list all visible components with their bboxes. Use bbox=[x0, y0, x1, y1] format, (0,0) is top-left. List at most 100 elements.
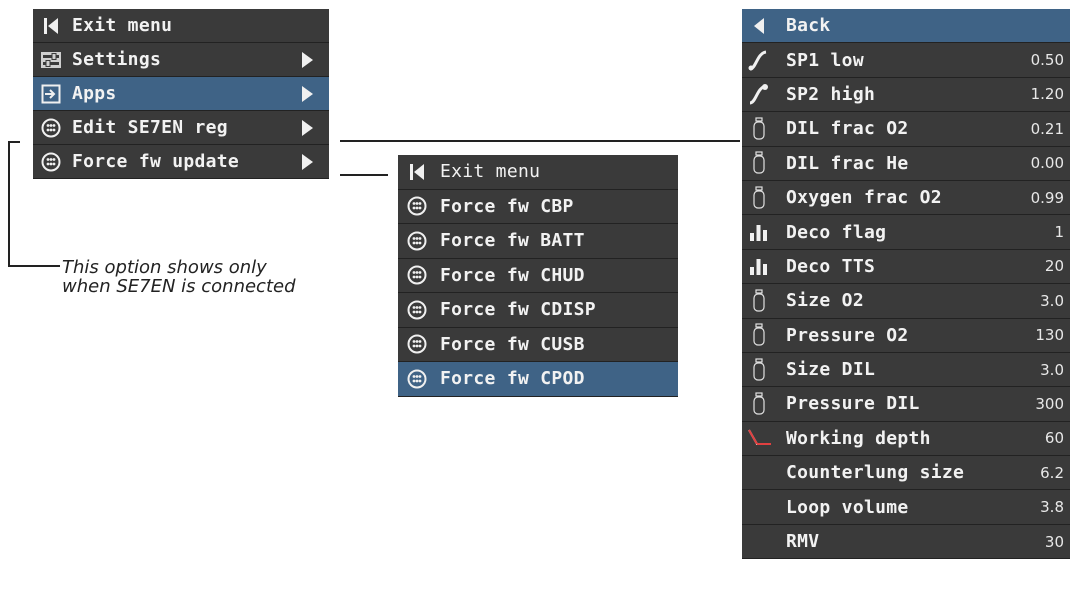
dots-icon bbox=[404, 334, 430, 354]
dots-icon bbox=[404, 231, 430, 251]
item-value: 60 bbox=[1044, 429, 1064, 448]
setpoint-high-icon bbox=[746, 83, 772, 105]
main-menu-item-apps[interactable]: Apps bbox=[33, 77, 329, 111]
item-label: Working depth bbox=[786, 427, 931, 449]
bar-chart-icon bbox=[746, 256, 772, 276]
dots-icon bbox=[404, 300, 430, 320]
item-value: 3.8 bbox=[1040, 498, 1064, 517]
note-bracket-top bbox=[8, 141, 20, 143]
dots-icon bbox=[38, 152, 64, 172]
reg-menu-item-sp1-low[interactable]: SP1 low 0.50 bbox=[742, 43, 1070, 78]
force-menu-item-force-fw-chud[interactable]: Force fw CHUD bbox=[398, 259, 678, 293]
note-bracket-bottom bbox=[8, 265, 60, 267]
cylinder-icon bbox=[746, 186, 772, 210]
main-menu-item-exit-menu[interactable]: Exit menu bbox=[33, 9, 329, 43]
force-menu-item-force-fw-cusb[interactable]: Force fw CUSB bbox=[398, 328, 678, 362]
force-menu-item-force-fw-cpod[interactable]: Force fw CPOD bbox=[398, 362, 678, 397]
reg-menu-item-sp2-high[interactable]: SP2 high 1.20 bbox=[742, 78, 1070, 113]
reg-menu-item-pressure-dil[interactable]: Pressure DIL 300 bbox=[742, 387, 1070, 422]
reg-menu-item-working-depth[interactable]: Working depth 60 bbox=[742, 422, 1070, 457]
chevron-right-icon bbox=[302, 119, 313, 136]
item-value: 3.0 bbox=[1040, 360, 1064, 379]
cylinder-icon bbox=[746, 117, 772, 141]
reg-menu-item-deco-flag[interactable]: Deco flag 1 bbox=[742, 215, 1070, 250]
item-value: 1.20 bbox=[1030, 85, 1064, 104]
exit-icon bbox=[38, 17, 64, 35]
main-menu-item-force-fw-update[interactable]: Force fw update bbox=[33, 145, 329, 179]
item-label: Settings bbox=[72, 49, 162, 70]
item-value: 0.99 bbox=[1030, 188, 1064, 207]
note-line-1: This option shows only bbox=[62, 257, 267, 278]
connector-line-force-fw bbox=[340, 174, 388, 176]
note-bracket-vertical bbox=[8, 141, 10, 266]
reg-menu-item-loop-volume[interactable]: Loop volume 3.8 bbox=[742, 490, 1070, 525]
reg-menu-item-size-dil[interactable]: Size DIL 3.0 bbox=[742, 353, 1070, 388]
reg-menu-item-dil-frac-o2[interactable]: DIL frac O2 0.21 bbox=[742, 112, 1070, 147]
item-value: 0.50 bbox=[1030, 51, 1064, 70]
cylinder-icon bbox=[746, 357, 772, 382]
force-fw-submenu: Exit menu Force fw CBP Force fw BATT Force … bbox=[398, 155, 678, 397]
item-label: Oxygen frac O2 bbox=[786, 187, 942, 209]
connector-line-edit-reg bbox=[340, 140, 740, 142]
se7en-reg-submenu: Back SP1 low 0.50 SP2 high 1.20 DIL frac O2 0.… bbox=[742, 9, 1070, 560]
reg-menu-item-rmv[interactable]: RMV 30 bbox=[742, 525, 1070, 560]
item-label: Force fw update bbox=[72, 151, 240, 172]
item-label: SP1 low bbox=[786, 49, 864, 71]
item-label: Back bbox=[786, 15, 831, 37]
reg-menu-item-counterlung-size[interactable]: Counterlung size 6.2 bbox=[742, 456, 1070, 491]
item-value: 1 bbox=[1054, 223, 1064, 242]
depth-icon bbox=[746, 427, 772, 449]
reg-menu-item-dil-frac-he[interactable]: DIL frac He 0.00 bbox=[742, 147, 1070, 181]
cylinder-icon bbox=[746, 323, 772, 347]
force-menu-item-exit-menu[interactable]: Exit menu bbox=[398, 155, 678, 190]
reg-menu-item-back[interactable]: Back bbox=[742, 9, 1070, 44]
item-label: Force fw CPOD bbox=[440, 368, 585, 390]
item-label: Size O2 bbox=[786, 290, 864, 312]
main-menu: Exit menu Settings Apps Edit SE7EN reg Force… bbox=[33, 9, 329, 179]
item-value: 0.21 bbox=[1030, 119, 1064, 138]
force-menu-item-force-fw-cbp[interactable]: Force fw CBP bbox=[398, 190, 678, 224]
item-label: SP2 high bbox=[786, 83, 876, 105]
main-menu-item-settings[interactable]: Settings bbox=[33, 43, 329, 77]
item-label: Loop volume bbox=[786, 496, 909, 518]
item-label: Exit menu bbox=[440, 161, 541, 183]
chevron-right-icon bbox=[302, 51, 313, 68]
apps-icon bbox=[38, 84, 64, 104]
dots-icon bbox=[38, 118, 64, 138]
item-value: 130 bbox=[1035, 326, 1064, 345]
item-label: Size DIL bbox=[786, 359, 876, 381]
item-label: DIL frac He bbox=[786, 152, 909, 174]
reg-menu-item-pressure-o2[interactable]: Pressure O2 130 bbox=[742, 319, 1070, 353]
exit-icon bbox=[404, 163, 430, 181]
item-label: Deco flag bbox=[786, 221, 887, 243]
item-value: 30 bbox=[1044, 532, 1064, 551]
item-label: Counterlung size bbox=[786, 462, 965, 484]
main-menu-item-edit-se7en-reg[interactable]: Edit SE7EN reg bbox=[33, 111, 329, 145]
item-label: Deco TTS bbox=[786, 255, 876, 277]
item-label: Force fw CUSB bbox=[440, 333, 585, 355]
item-label: Force fw CDISP bbox=[440, 299, 596, 321]
item-label: Apps bbox=[72, 83, 117, 104]
reg-menu-item-size-o2[interactable]: Size O2 3.0 bbox=[742, 284, 1070, 319]
item-value: 0.00 bbox=[1030, 154, 1064, 173]
item-label: Exit menu bbox=[72, 15, 173, 36]
item-label: Force fw BATT bbox=[440, 230, 585, 252]
force-menu-item-force-fw-batt[interactable]: Force fw BATT bbox=[398, 224, 678, 259]
reg-menu-item-oxygen-frac-o2[interactable]: Oxygen frac O2 0.99 bbox=[742, 181, 1070, 216]
item-label: Force fw CBP bbox=[440, 195, 574, 217]
force-menu-item-force-fw-cdisp[interactable]: Force fw CDISP bbox=[398, 293, 678, 328]
bar-chart-icon bbox=[746, 222, 772, 242]
back-icon bbox=[746, 17, 772, 35]
item-value: 300 bbox=[1035, 394, 1064, 413]
cylinder-icon bbox=[746, 392, 772, 416]
connection-note: This option shows only when SE7EN is con… bbox=[62, 258, 296, 296]
chevron-right-icon bbox=[302, 85, 313, 102]
dots-icon bbox=[404, 369, 430, 389]
cylinder-icon bbox=[746, 151, 772, 175]
reg-menu-item-deco-tts[interactable]: Deco TTS 20 bbox=[742, 250, 1070, 285]
item-label: Pressure O2 bbox=[786, 324, 909, 346]
setpoint-low-icon bbox=[746, 49, 772, 71]
item-label: Edit SE7EN reg bbox=[72, 117, 228, 138]
item-value: 6.2 bbox=[1040, 463, 1064, 482]
item-value: 3.0 bbox=[1040, 291, 1064, 310]
